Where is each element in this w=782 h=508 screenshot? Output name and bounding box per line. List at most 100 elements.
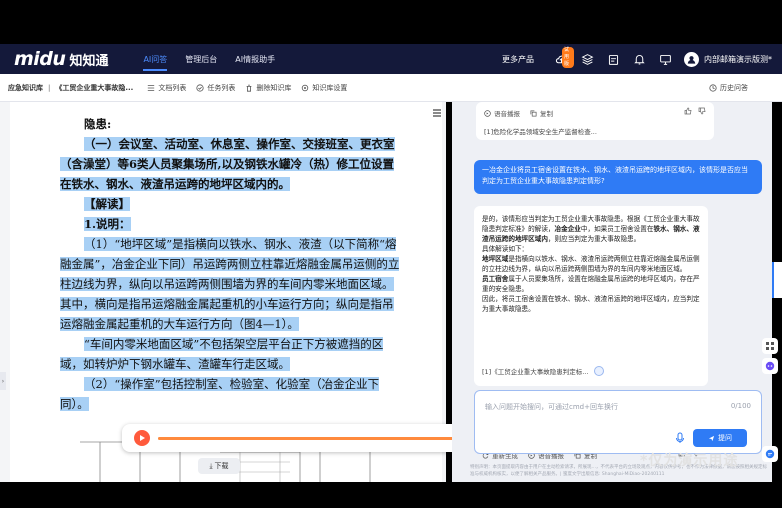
download-button[interactable]: ⤓ 下载 (198, 458, 240, 474)
doc-para-4: （2）“操作室”包括控制室、检验室、化验室（冶金企业下同）。 (60, 374, 402, 414)
answer-p3: 属于人员聚集场所，设置在熔融金属吊运跨的地坪区域内，存在严重的安全隐患。 (482, 275, 700, 293)
doc-para-2-text: （1）“地坪区域”是指横向以铁水、钢水、液渣（以下简称“熔融金属”，冶金企业下同… (60, 237, 400, 331)
monitor-icon[interactable] (652, 44, 678, 74)
doc-jiedu: 【解读】 (60, 194, 402, 214)
ask-button[interactable]: 提问 (693, 429, 747, 447)
clock-icon (709, 83, 717, 92)
kb-settings-label: 知识库设置 (312, 83, 348, 92)
gear-icon (302, 84, 309, 91)
speaker-icon (484, 109, 491, 117)
doc-list-button[interactable]: 文档列表 (147, 83, 186, 93)
bell-icon[interactable] (626, 44, 652, 74)
chat-panel: 语音播报 复制 [1]危险化学品领域安全生产监督检查... 一冶金企业将员工宿舍… (452, 102, 772, 482)
ask-label: 提问 (718, 434, 732, 442)
user-avatar[interactable] (684, 51, 699, 67)
crumb-separator: | (48, 83, 51, 92)
document-text: 隐患: （一）会议室、活动室、休息室、操作室、交接班室、更衣室（含澡堂）等6类人… (60, 114, 402, 414)
toolbar-tools: 文档列表 任务列表 删除知识库 知识库设置 (147, 83, 357, 93)
clipboard-icon[interactable] (600, 44, 626, 74)
trial-badge: 试用版 (562, 47, 574, 68)
nav-item-admin[interactable]: 管理后台 (176, 44, 226, 74)
nav-menu: AI问答 管理后台 AI情报助手 (134, 44, 284, 74)
nav-right: 更多产品 试用版 内部邮箱演示版测* (502, 44, 772, 74)
doc-jiedu-text: 【解读】 (84, 197, 130, 211)
doc-para-3: “车间内零米地面区域”不包括架空层平台正下方被遮挡的区域，如转炉炉下钢水罐车、渣… (60, 334, 402, 374)
doc-shuoming-text: 1.说明： (84, 217, 131, 231)
answer-p1-e: ，则应当判定为重大事故隐患。 (547, 235, 641, 243)
doc-para-1-text: （一）会议室、活动室、休息室、操作室、交接班室、更衣室（含澡堂）等6类人员聚集场… (60, 137, 395, 191)
logo-en: midu (14, 48, 66, 70)
answer-para-2: 地坪区域是指横向以铁水、钢水、液渣吊运跨两侧立柱靠近熔融金属吊运侧的立柱边线为界… (482, 254, 704, 274)
doc-para-1: （一）会议室、活动室、休息室、操作室、交接班室、更衣室（含澡堂）等6类人员聚集场… (60, 134, 402, 194)
answer-para-4: 因此，将员工宿舍设置在铁水、钢水、液渣吊运跨的地坪区域内，应当判定为重大事故隐患… (482, 295, 700, 313)
prev-tts-label: 语音播报 (494, 110, 520, 118)
kb-settings-button[interactable]: 知识库设置 (301, 83, 347, 93)
download-label: 下载 (214, 462, 229, 470)
history-button[interactable]: 历史问答 (709, 83, 748, 93)
microphone-icon[interactable] (675, 432, 685, 444)
prev-copy-button[interactable]: 复制 (530, 108, 553, 118)
prev-copy-label: 复制 (540, 110, 553, 118)
answer-para-1: 是的，该情形应当判定为工贸企业重大事故隐患。根据《工贸企业重大事故隐患判定标准》… (482, 214, 704, 244)
sub-toolbar: 应急知识库 | 《工贸企业重大事故隐... 文档列表 任务列表 删除知识库 知识… (0, 74, 782, 102)
prev-actions: 语音播报 复制 (484, 108, 563, 118)
download-icon: ⤓ (209, 461, 213, 470)
layers-icon[interactable] (574, 44, 600, 74)
cloud-upload-icon[interactable]: 试用版 (548, 44, 574, 74)
answer-p2-b: 地坪区域 (482, 255, 509, 263)
doc-shuoming: 1.说明： (60, 214, 402, 234)
nav-item-ai-qa[interactable]: AI问答 (134, 44, 176, 74)
demo-watermark: *仅为演示用途 (640, 453, 739, 469)
answer-reference-row: [1]《工贸企业重大事故隐患判定标... (482, 366, 605, 376)
answer-reference[interactable]: [1]《工贸企业重大事故隐患判定标... (482, 366, 588, 376)
nav-item-ai-intel[interactable]: AI情报助手 (226, 44, 284, 74)
delete-kb-button[interactable]: 删除知识库 (245, 83, 291, 93)
copy-icon (530, 110, 537, 116)
question-input-box[interactable]: 输入问题开始搜问，可通过cmd+回车换行 0/100 提问 (474, 390, 762, 454)
list-icon (148, 84, 155, 91)
top-navbar: midu 知知通 AI问答 管理后台 AI情报助手 更多产品 试用版 内部邮箱演… (0, 44, 782, 74)
answer-p2: 是指横向以铁水、钢水、液渣吊运跨两侧立柱靠近熔融金属吊运侧的立柱边线为界，纵向以… (482, 255, 700, 273)
crumb-document: 《工贸企业重大事故隐... (55, 83, 134, 92)
assistant-bot-icon[interactable] (762, 358, 778, 374)
char-counter: 0/100 (730, 402, 751, 410)
chat-support-icon[interactable] (762, 446, 778, 462)
play-icon (140, 435, 145, 441)
history-label: 历史问答 (720, 83, 748, 92)
task-icon (196, 83, 204, 92)
delete-kb-label: 删除知识库 (256, 83, 292, 92)
thumb-down-icon[interactable] (698, 107, 706, 115)
prev-feedback (684, 107, 706, 115)
answer-para-3: 员工宿舍属于人员聚集场所，设置在熔融金属吊运跨的地坪区域内，存在严重的安全隐患。 (482, 274, 704, 294)
question-input[interactable]: 输入问题开始搜问，可通过cmd+回车换行 (485, 402, 618, 412)
collapse-left-handle[interactable]: › (0, 372, 6, 390)
grid-icon[interactable] (762, 338, 778, 354)
thumb-up-icon[interactable] (684, 107, 692, 115)
right-panel-handle[interactable] (772, 262, 782, 298)
answer-text: 是的，该情形应当判定为工贸企业重大事故隐患。根据《工贸企业重大事故隐患判定标准》… (482, 214, 704, 314)
menu-lines-icon[interactable] (432, 108, 442, 120)
doc-list-label: 文档列表 (158, 83, 187, 92)
answer-basis: 具体解读如下： (482, 245, 529, 253)
trash-icon (246, 84, 252, 92)
task-list-label: 任务列表 (207, 83, 236, 92)
reference-bubble-icon[interactable] (594, 366, 605, 376)
more-products-link[interactable]: 更多产品 (502, 54, 534, 65)
answer-p1-b: 冶金企业 (554, 225, 581, 233)
previous-answer-card: 语音播报 复制 [1]危险化学品领域安全生产监督检查... (476, 102, 714, 140)
task-list-button[interactable]: 任务列表 (196, 83, 235, 93)
doc-para-3-text: “车间内零米地面区域”不包括架空层平台正下方被遮挡的区域，如转炉炉下钢水罐车、渣… (60, 337, 384, 371)
answer-p3-b: 员工宿舍 (482, 275, 509, 283)
play-button[interactable] (134, 430, 150, 446)
username[interactable]: 内部邮箱演示版测* (704, 54, 772, 65)
screen: midu 知知通 AI问答 管理后台 AI情报助手 更多产品 试用版 内部邮箱演… (0, 0, 782, 508)
user-question-bubble: 一冶金企业将员工宿舍设置在铁水、钢水、液渣吊运跨的地坪区域内，该情形是否应当判定… (474, 160, 762, 194)
app-logo[interactable]: midu 知知通 (14, 48, 108, 70)
prev-tts-button[interactable]: 语音播报 (484, 108, 520, 118)
logo-cn: 知知通 (69, 54, 109, 69)
doc-heading: 隐患: (84, 117, 112, 131)
answer-p1-c: 中，如果员工宿舍设置在 (580, 225, 654, 233)
doc-para-4-text: （2）“操作室”包括控制室、检验室、化验室（冶金企业下同）。 (60, 377, 380, 411)
crumb-knowledge-base[interactable]: 应急知识库 (8, 83, 43, 93)
prev-reference[interactable]: [1]危险化学品领域安全生产监督检查... (484, 126, 597, 136)
